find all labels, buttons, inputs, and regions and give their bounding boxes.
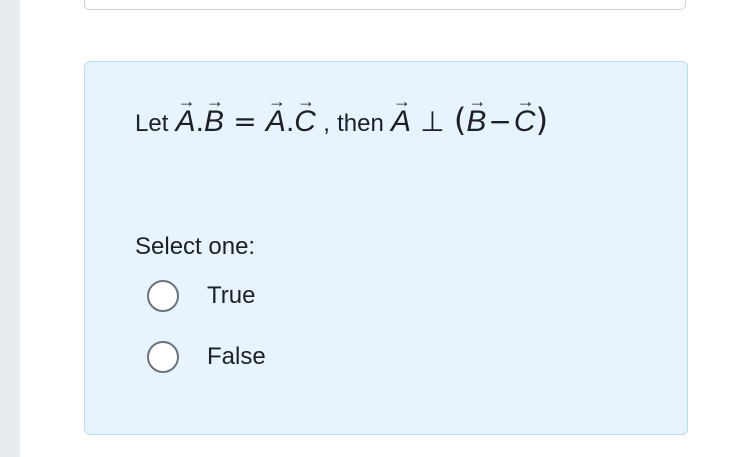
comma: , (323, 110, 330, 137)
radio-false[interactable] (147, 341, 179, 373)
left-rail (0, 0, 20, 457)
vector-arrow: → (177, 91, 196, 111)
option-true-label[interactable]: True (207, 282, 255, 310)
question-card: Let → A. → B = → A. → C , then → A ⊥ (→ B− → C) Se… (84, 61, 688, 435)
left-paren: ( (453, 101, 467, 139)
select-one-prompt: Select one: (135, 233, 256, 260)
question-prefix: Let (135, 110, 169, 137)
option-false[interactable]: False (147, 341, 266, 373)
vector-arrow: → (516, 91, 535, 111)
quiz-page: Let → A. → B = → A. → C , then → A ⊥ (→ B− → C) Se… (0, 0, 750, 457)
vector-arrow: → (205, 91, 224, 111)
equals-sign: = (233, 105, 257, 138)
vector-a: → A (265, 91, 286, 138)
vector-b: → B (466, 91, 487, 138)
vector-a: → A (391, 91, 412, 138)
then-word: then (337, 110, 384, 137)
perpendicular-symbol: ⊥ (420, 105, 445, 138)
minus-sign: − (488, 105, 512, 138)
vector-b: → B (203, 91, 224, 138)
vector-arrow: → (468, 91, 487, 111)
vector-arrow: → (393, 91, 412, 111)
previous-question-card (84, 0, 686, 10)
right-paren: ) (535, 101, 549, 139)
option-false-label[interactable]: False (207, 343, 266, 371)
dot-operator: . (285, 105, 295, 138)
dot-operator: . (195, 105, 204, 138)
vector-c: → C (513, 91, 536, 138)
vector-arrow: → (297, 91, 316, 111)
vector-c: → C (294, 91, 316, 138)
option-true[interactable]: True (147, 280, 255, 312)
radio-true[interactable] (147, 280, 179, 312)
vector-arrow: → (267, 91, 286, 111)
vector-a: → A (175, 91, 196, 138)
question-text: Let → A. → B = → A. → C , then → A ⊥ (→ B− → C) (135, 91, 549, 144)
